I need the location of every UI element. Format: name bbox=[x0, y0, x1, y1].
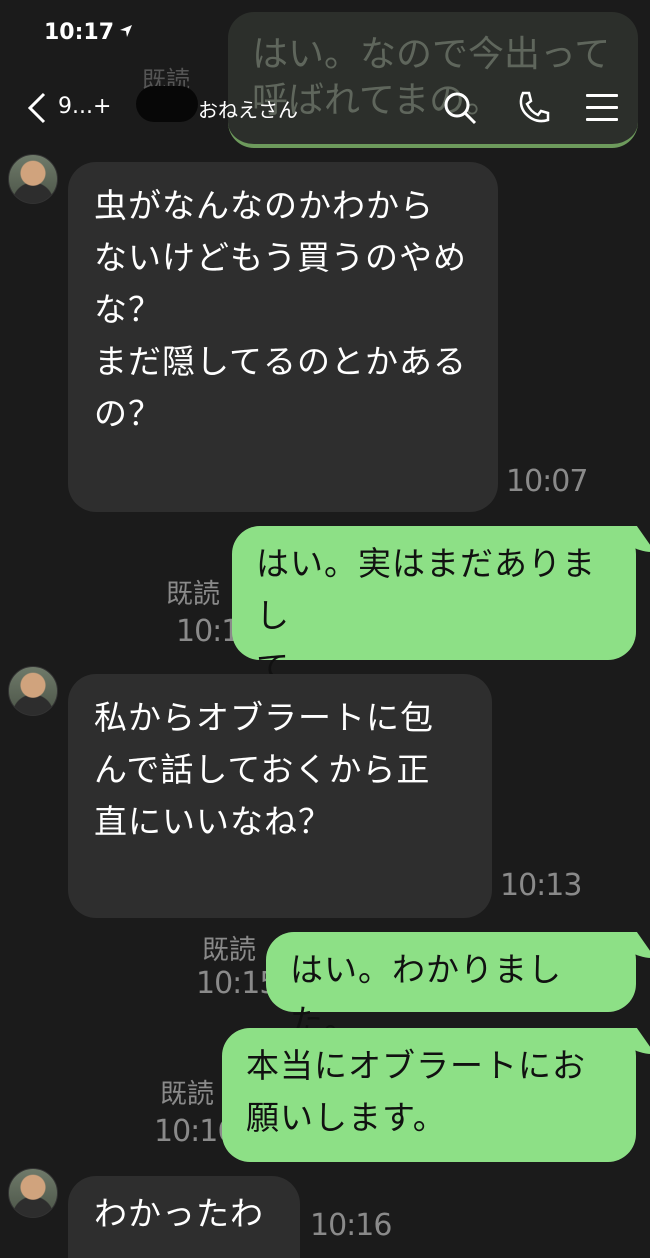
message-time: 10:16 bbox=[310, 1208, 392, 1243]
incoming-message-bubble: 虫がなんなのかわから ないけどもう買うのやめ な？ まだ隠してるのとかある の？ bbox=[68, 162, 498, 512]
chevron-left-icon[interactable] bbox=[24, 90, 54, 126]
chat-header: 9...+ おねえさん bbox=[0, 70, 650, 146]
incoming-message-bubble: 私からオブラートに包 んで話しておくから正 直にいいなね？ bbox=[68, 674, 492, 918]
outgoing-message-bubble: はい。実はまだありまし て… bbox=[232, 526, 636, 687]
menu-icon[interactable] bbox=[586, 94, 618, 130]
read-receipt: 既読 bbox=[160, 1079, 214, 1110]
location-arrow-icon bbox=[120, 25, 132, 37]
message-time: 10:07 bbox=[506, 464, 588, 499]
read-receipt: 既読 bbox=[202, 935, 256, 966]
back-unread-count[interactable]: 9...+ bbox=[58, 94, 111, 119]
chat-title: おねえさん bbox=[198, 98, 298, 122]
avatar[interactable] bbox=[8, 154, 58, 204]
outgoing-message-bubble: 本当にオブラートにお 願いします。 bbox=[222, 1028, 636, 1162]
message-time: 10:13 bbox=[500, 868, 582, 903]
avatar[interactable] bbox=[8, 1168, 58, 1218]
phone-icon[interactable] bbox=[515, 90, 551, 126]
status-time: 10:17 bbox=[44, 20, 115, 45]
avatar[interactable] bbox=[8, 666, 58, 716]
search-icon[interactable] bbox=[442, 90, 478, 126]
redacted-name bbox=[136, 86, 198, 122]
incoming-message-bubble: わかったわ bbox=[68, 1176, 300, 1258]
read-receipt: 既読 bbox=[166, 579, 220, 610]
outgoing-message-bubble: はい。わかりました。 bbox=[266, 932, 636, 1041]
